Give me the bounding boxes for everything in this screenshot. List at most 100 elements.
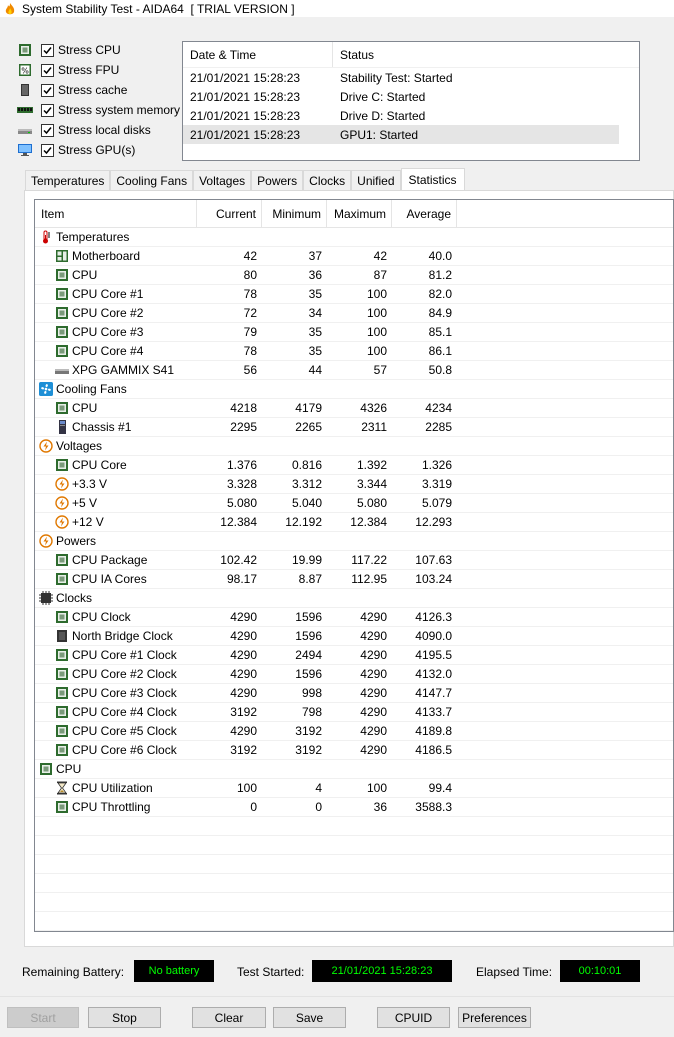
table-row[interactable]: CPU Core #1 78 35 100 82.0 (35, 285, 673, 304)
battery-value: No battery (134, 960, 214, 982)
tab-clocks[interactable]: Clocks (303, 170, 352, 191)
table-row[interactable]: Motherboard 42 37 42 40.0 (35, 247, 673, 266)
table-row[interactable]: CPU IA Cores 98.17 8.87 112.95 103.24 (35, 570, 673, 589)
current-cell: 4290 (230, 629, 257, 643)
average-cell: 3.319 (421, 477, 452, 491)
log-row[interactable]: 21/01/2021 15:28:23 Stability Test: Start… (183, 68, 639, 87)
item-cell: CPU Core #5 Clock (35, 722, 197, 740)
item-cell: CPU (35, 399, 197, 417)
preferences-button[interactable]: Preferences (458, 1007, 531, 1028)
start-button[interactable]: Start (7, 1007, 79, 1028)
log-row[interactable]: 21/01/2021 15:28:23 Drive C: Started (183, 87, 639, 106)
stress-option-row[interactable]: Stress GPU(s) (17, 140, 180, 160)
item-label: Temperatures (56, 230, 130, 244)
clear-button[interactable]: Clear (192, 1007, 266, 1028)
table-row[interactable]: CPU Clock 4290 1596 4290 4126.3 (35, 608, 673, 627)
cpu-chip-icon (55, 344, 69, 358)
maximum-cell: 57 (373, 363, 387, 377)
stress-option-label: Stress GPU(s) (58, 143, 136, 157)
header-average[interactable]: Average (392, 200, 457, 227)
average-cell: 82.0 (428, 287, 452, 301)
table-row[interactable]: +5 V 5.080 5.040 5.080 5.079 (35, 494, 673, 513)
item-cell: CPU Core (35, 456, 197, 474)
table-row[interactable]: CPU Core #5 Clock 4290 3192 4290 4189.8 (35, 722, 673, 741)
log-datetime: 21/01/2021 15:28:23 (190, 89, 301, 104)
stress-option-row[interactable]: Stress system memory (17, 100, 180, 120)
table-row[interactable]: CPU Core #3 79 35 100 85.1 (35, 323, 673, 342)
table-row[interactable]: CPU Core #2 Clock 4290 1596 4290 4132.0 (35, 665, 673, 684)
group-row[interactable]: Voltages (35, 437, 673, 456)
tab-unified[interactable]: Unified (351, 170, 401, 191)
stress-option-row[interactable]: Stress CPU (17, 40, 180, 60)
item-label: CPU (72, 268, 98, 282)
average-cell: 4126.3 (415, 610, 452, 624)
header-item[interactable]: Item (35, 200, 197, 227)
table-row[interactable]: XPG GAMMIX S41 56 44 57 50.8 (35, 361, 673, 380)
empty-row (35, 817, 673, 836)
stress-checkbox[interactable] (41, 103, 54, 117)
table-row[interactable]: CPU Core #4 Clock 3192 798 4290 4133.7 (35, 703, 673, 722)
header-minimum[interactable]: Minimum (262, 200, 327, 227)
tab-temperatures[interactable]: Temperatures (25, 170, 111, 191)
table-row[interactable]: CPU Package 102.42 19.99 117.22 107.63 (35, 551, 673, 570)
statistics-table[interactable]: Item Current Minimum Maximum Average Tem… (34, 199, 674, 932)
group-row[interactable]: Powers (35, 532, 673, 551)
item-cell: +12 V (35, 513, 197, 531)
save-button[interactable]: Save (273, 1007, 346, 1028)
tab-statistics[interactable]: Statistics (400, 168, 465, 191)
stress-option-row[interactable]: Stress local disks (17, 120, 180, 140)
item-cell: CPU Package (35, 551, 197, 569)
stress-checkbox[interactable] (41, 143, 54, 157)
table-row[interactable]: +12 V 12.384 12.192 12.384 12.293 (35, 513, 673, 532)
item-cell: CPU Core #1 (35, 285, 197, 303)
tab-cooling-fans[interactable]: Cooling Fans (110, 170, 194, 191)
item-cell: Powers (35, 532, 197, 550)
group-row[interactable]: Clocks (35, 589, 673, 608)
tab-powers[interactable]: Powers (251, 170, 304, 191)
cpuid-button[interactable]: CPUID (377, 1007, 450, 1028)
table-row[interactable]: +3.3 V 3.328 3.312 3.344 3.319 (35, 475, 673, 494)
minimum-cell: 3192 (295, 743, 322, 757)
statistics-header: Item Current Minimum Maximum Average (35, 200, 673, 228)
group-row[interactable]: Temperatures (35, 228, 673, 247)
stress-checkbox[interactable] (41, 43, 54, 57)
item-label: CPU Core #3 (72, 325, 144, 339)
minimum-cell: 35 (308, 344, 322, 358)
table-row[interactable]: CPU Core #4 78 35 100 86.1 (35, 342, 673, 361)
tab-voltages[interactable]: Voltages (193, 170, 252, 191)
log-header-status[interactable]: Status (333, 48, 374, 62)
stress-option-row[interactable]: % Stress FPU (17, 60, 180, 80)
log-header-datetime[interactable]: Date & Time (183, 42, 333, 67)
item-cell: CPU (35, 760, 197, 778)
header-current[interactable]: Current (197, 200, 262, 227)
table-row[interactable]: CPU Core #3 Clock 4290 998 4290 4147.7 (35, 684, 673, 703)
table-row[interactable]: North Bridge Clock 4290 1596 4290 4090.0 (35, 627, 673, 646)
table-row[interactable]: CPU Throttling 0 0 36 3588.3 (35, 798, 673, 817)
stress-checkbox[interactable] (41, 123, 54, 137)
table-row[interactable]: CPU 4218 4179 4326 4234 (35, 399, 673, 418)
table-row[interactable]: CPU Core 1.376 0.816 1.392 1.326 (35, 456, 673, 475)
table-row[interactable]: CPU Core #2 72 34 100 84.9 (35, 304, 673, 323)
group-row[interactable]: Cooling Fans (35, 380, 673, 399)
log-row[interactable]: 21/01/2021 15:28:23 GPU1: Started (183, 125, 619, 144)
table-row[interactable]: CPU Utilization 100 4 100 99.4 (35, 779, 673, 798)
table-row[interactable]: CPU Core #6 Clock 3192 3192 4290 4186.5 (35, 741, 673, 760)
current-cell: 4290 (230, 610, 257, 624)
minimum-cell: 798 (301, 705, 322, 719)
stress-option-row[interactable]: Stress cache (17, 80, 180, 100)
table-row[interactable]: CPU Core #1 Clock 4290 2494 4290 4195.5 (35, 646, 673, 665)
stress-checkbox[interactable] (41, 63, 54, 77)
maximum-cell: 3.344 (356, 477, 387, 491)
cpu-chip-icon (55, 743, 69, 757)
svg-text:%: % (21, 67, 29, 76)
event-log[interactable]: Date & Time Status 21/01/2021 15:28:23 St… (182, 41, 640, 161)
log-row[interactable]: 21/01/2021 15:28:23 Drive D: Started (183, 106, 639, 125)
table-row[interactable]: Chassis #1 2295 2265 2311 2285 (35, 418, 673, 437)
stop-button[interactable]: Stop (88, 1007, 161, 1028)
stress-checkbox[interactable] (41, 83, 54, 97)
header-maximum[interactable]: Maximum (327, 200, 392, 227)
item-label: CPU Core #1 Clock (72, 648, 177, 662)
table-row[interactable]: CPU 80 36 87 81.2 (35, 266, 673, 285)
group-row[interactable]: CPU (35, 760, 673, 779)
item-label: CPU Core #4 (72, 344, 144, 358)
